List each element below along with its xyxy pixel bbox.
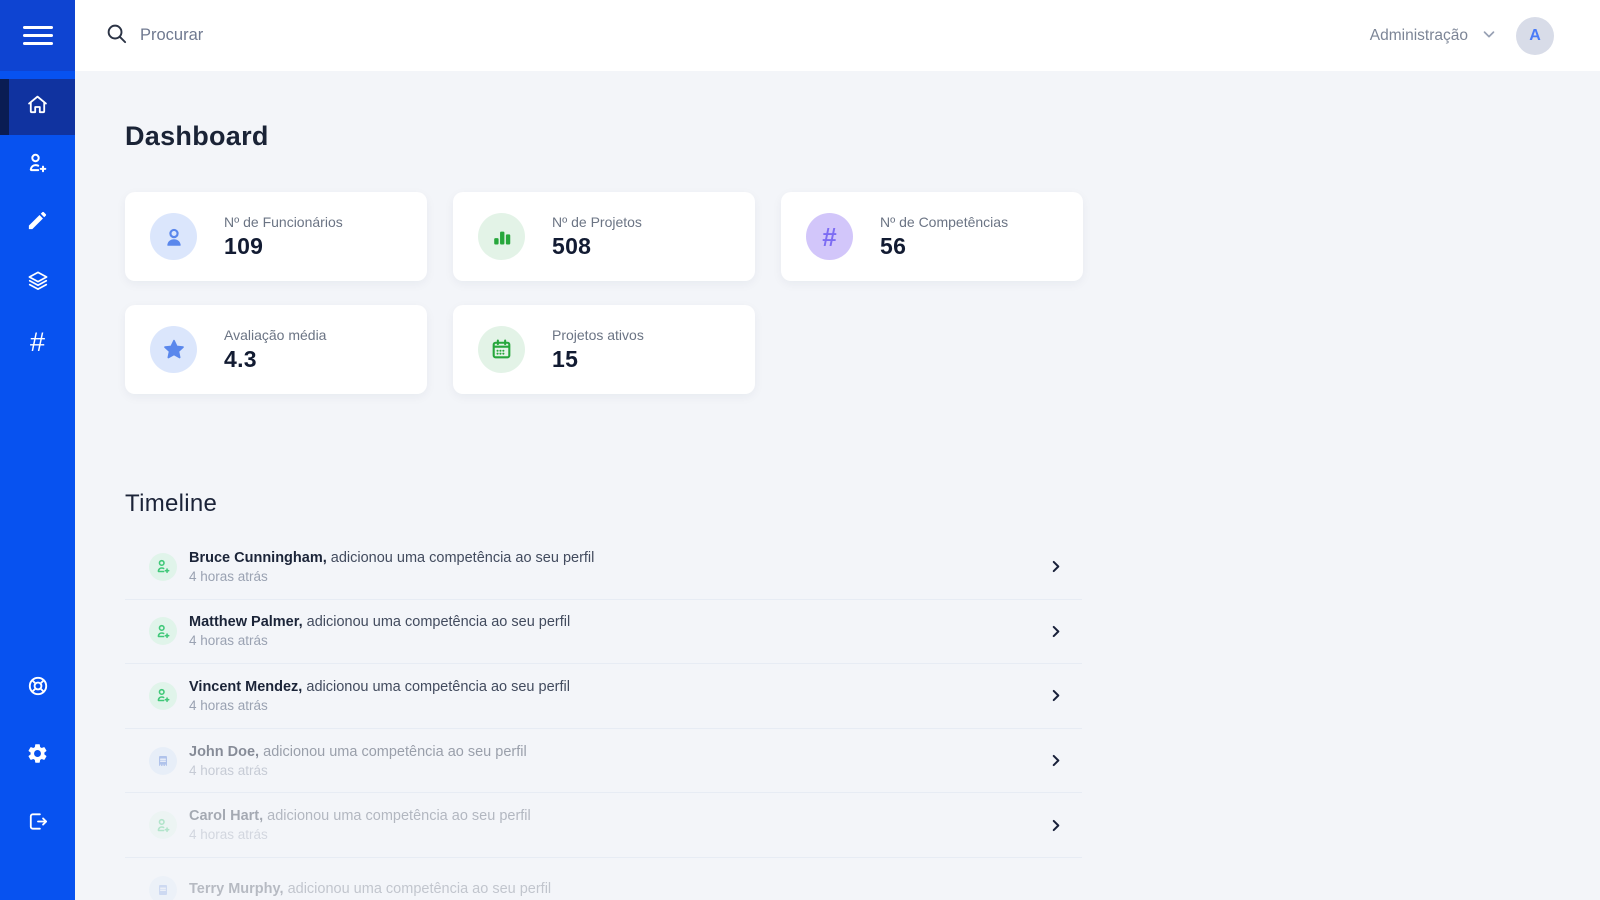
hash-icon: # [806,213,853,260]
stat-card-projetos-ativos: Projetos ativos 15 [453,305,755,394]
timeline-user: John Doe, [189,744,259,760]
person-icon [150,213,197,260]
stat-card-avaliacao: Avaliação média 4.3 [125,305,427,394]
stat-value: 508 [552,233,642,260]
gear-icon [26,742,49,770]
stat-value: 109 [224,233,343,260]
timeline-list: Bruce Cunningham, adicionou uma competên… [125,535,1082,900]
sidebar-item-home[interactable] [0,79,75,135]
user-add-icon [149,553,177,581]
stat-label: Nº de Projetos [552,214,642,230]
pencil-icon [26,209,49,237]
timeline-row[interactable]: Terry Murphy, adicionou uma competência … [125,858,1082,900]
sidebar-item-logout[interactable] [0,796,75,852]
sidebar-item-edit[interactable] [0,195,75,251]
menu-toggle-button[interactable] [0,0,75,71]
avatar[interactable]: A [1516,17,1554,55]
sidebar-item-help[interactable] [0,660,75,716]
account-menu-label: Administração [1370,27,1468,45]
main-content: Dashboard Nº de Funcionários 109 [75,71,1600,900]
stat-label: Nº de Funcionários [224,214,343,230]
search-icon[interactable] [105,22,128,50]
timeline-row[interactable]: Matthew Palmer, adicionou uma competênci… [125,600,1082,665]
timeline-row[interactable]: Vincent Mendez, adicionou uma competênci… [125,664,1082,729]
sidebar-item-tags[interactable]: # [0,314,75,370]
timeline-user: Terry Murphy, [189,881,284,897]
stat-label: Nº de Competências [880,214,1008,230]
timeline-time: 4 horas atrás [189,569,594,584]
timeline-action: adicionou uma competência ao seu perfil [288,881,552,897]
chevron-right-icon[interactable] [1047,817,1064,834]
user-add-icon [149,811,177,839]
chevron-down-icon [1480,25,1498,48]
timeline-action: adicionou uma competência ao seu perfil [306,679,570,695]
timeline-time: 4 horas atrás [189,763,527,778]
timeline-user: Bruce Cunningham, [189,550,327,566]
stat-cards: Nº de Funcionários 109 Nº de Projetos 50… [125,192,1110,394]
timeline-time: 4 horas atrás [189,827,531,842]
user-add-icon [26,151,50,180]
hamburger-icon [23,21,53,50]
stat-value: 4.3 [224,346,326,373]
sidebar-item-add-user[interactable] [0,137,75,193]
user-add-icon [149,617,177,645]
topbar: Administração A [75,0,1600,71]
chevron-right-icon[interactable] [1047,558,1064,575]
hash-icon: # [30,329,45,356]
stat-label: Avaliação média [224,327,326,343]
timeline-time: 4 horas atrás [189,633,570,648]
chevron-right-icon[interactable] [1047,752,1064,769]
star-icon [150,326,197,373]
account-menu[interactable]: Administração A [1370,17,1554,55]
chevron-right-icon[interactable] [1047,623,1064,640]
stat-label: Projetos ativos [552,327,644,343]
help-buoy-icon [26,674,50,703]
document-icon [149,747,177,775]
sidebar-item-settings[interactable] [0,728,75,784]
timeline-row[interactable]: Carol Hart, adicionou uma competência ao… [125,793,1082,858]
timeline-action: adicionou uma competência ao seu perfil [263,744,527,760]
search-input[interactable] [140,26,480,45]
timeline-user: Matthew Palmer, [189,614,303,630]
timeline-row[interactable]: John Doe, adicionou uma competência ao s… [125,729,1082,794]
stat-card-funcionarios: Nº de Funcionários 109 [125,192,427,281]
timeline-user: Vincent Mendez, [189,679,302,695]
page-title: Dashboard [125,121,269,152]
stat-card-projetos: Nº de Projetos 508 [453,192,755,281]
timeline-action: adicionou uma competência ao seu perfil [307,614,571,630]
document-icon [149,876,177,900]
home-icon [26,93,49,121]
chevron-right-icon[interactable] [1047,687,1064,704]
layers-icon [26,269,50,298]
search-bar [105,22,480,50]
user-add-icon [149,682,177,710]
timeline-action: adicionou uma competência ao seu perfil [331,550,595,566]
timeline-action: adicionou uma competência ao seu perfil [267,808,531,824]
timeline-row[interactable]: Bruce Cunningham, adicionou uma competên… [125,535,1082,600]
timeline-title: Timeline [125,490,217,518]
stat-card-competencias: # Nº de Competências 56 [781,192,1083,281]
bar-chart-icon [478,213,525,260]
logout-icon [26,810,49,838]
calendar-icon [478,326,525,373]
sidebar-item-layers[interactable] [0,255,75,311]
timeline-time: 4 horas atrás [189,698,570,713]
timeline-user: Carol Hart, [189,808,263,824]
stat-value: 56 [880,233,1008,260]
stat-value: 15 [552,346,644,373]
sidebar: # [0,0,75,900]
